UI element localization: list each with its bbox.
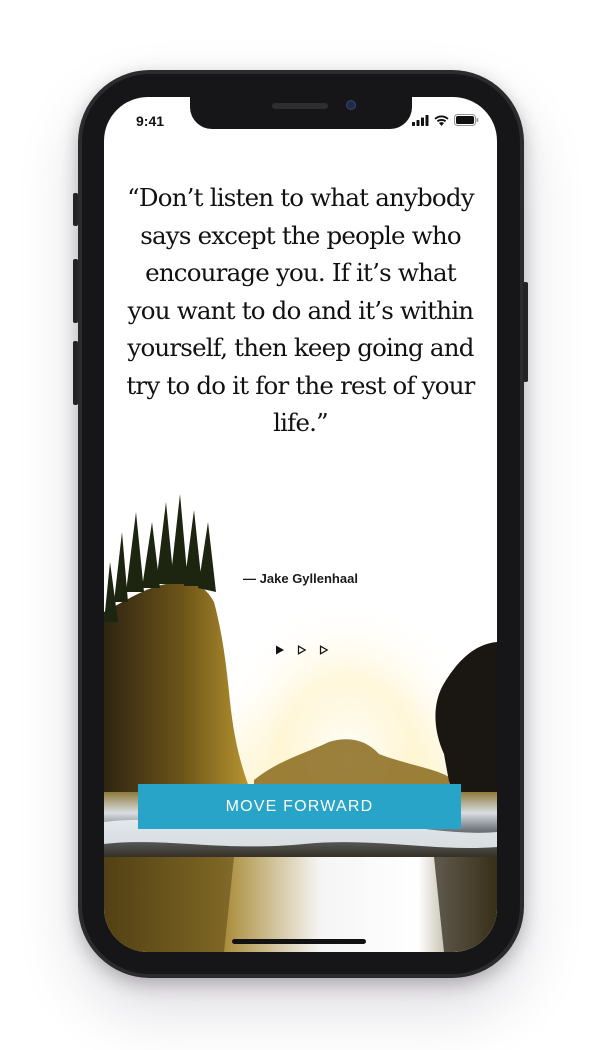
- quote-author: — Jake Gyllenhaal: [243, 571, 358, 586]
- page-dot[interactable]: [296, 643, 308, 655]
- page-dot[interactable]: [318, 643, 330, 655]
- play-outline-icon: [319, 645, 329, 655]
- page-indicator: [274, 643, 330, 655]
- signal-icon: [412, 114, 429, 126]
- home-indicator: [232, 939, 366, 944]
- mute-switch: [73, 193, 78, 226]
- phone-screen: 9:41 “Don’t listen to what anybody says …: [104, 97, 497, 952]
- wifi-icon: [434, 115, 449, 126]
- power-button: [523, 282, 528, 382]
- landscape-photo: [104, 492, 497, 952]
- play-filled-icon: [276, 645, 284, 655]
- mockup-stage: 9:41 “Don’t listen to what anybody says …: [0, 0, 600, 1050]
- quote-text: “Don’t listen to what anybody says excep…: [126, 183, 475, 437]
- front-camera: [346, 100, 356, 110]
- volume-down-button: [73, 341, 78, 405]
- speaker-grille: [272, 103, 328, 109]
- status-icons: [412, 114, 479, 126]
- move-forward-button[interactable]: MOVE FORWARD: [138, 784, 461, 829]
- status-time: 9:41: [136, 113, 165, 129]
- battery-icon: [454, 114, 479, 126]
- device-notch: [190, 97, 412, 129]
- volume-up-button: [73, 259, 78, 323]
- page-dot-active[interactable]: [274, 643, 286, 655]
- play-outline-icon: [297, 645, 307, 655]
